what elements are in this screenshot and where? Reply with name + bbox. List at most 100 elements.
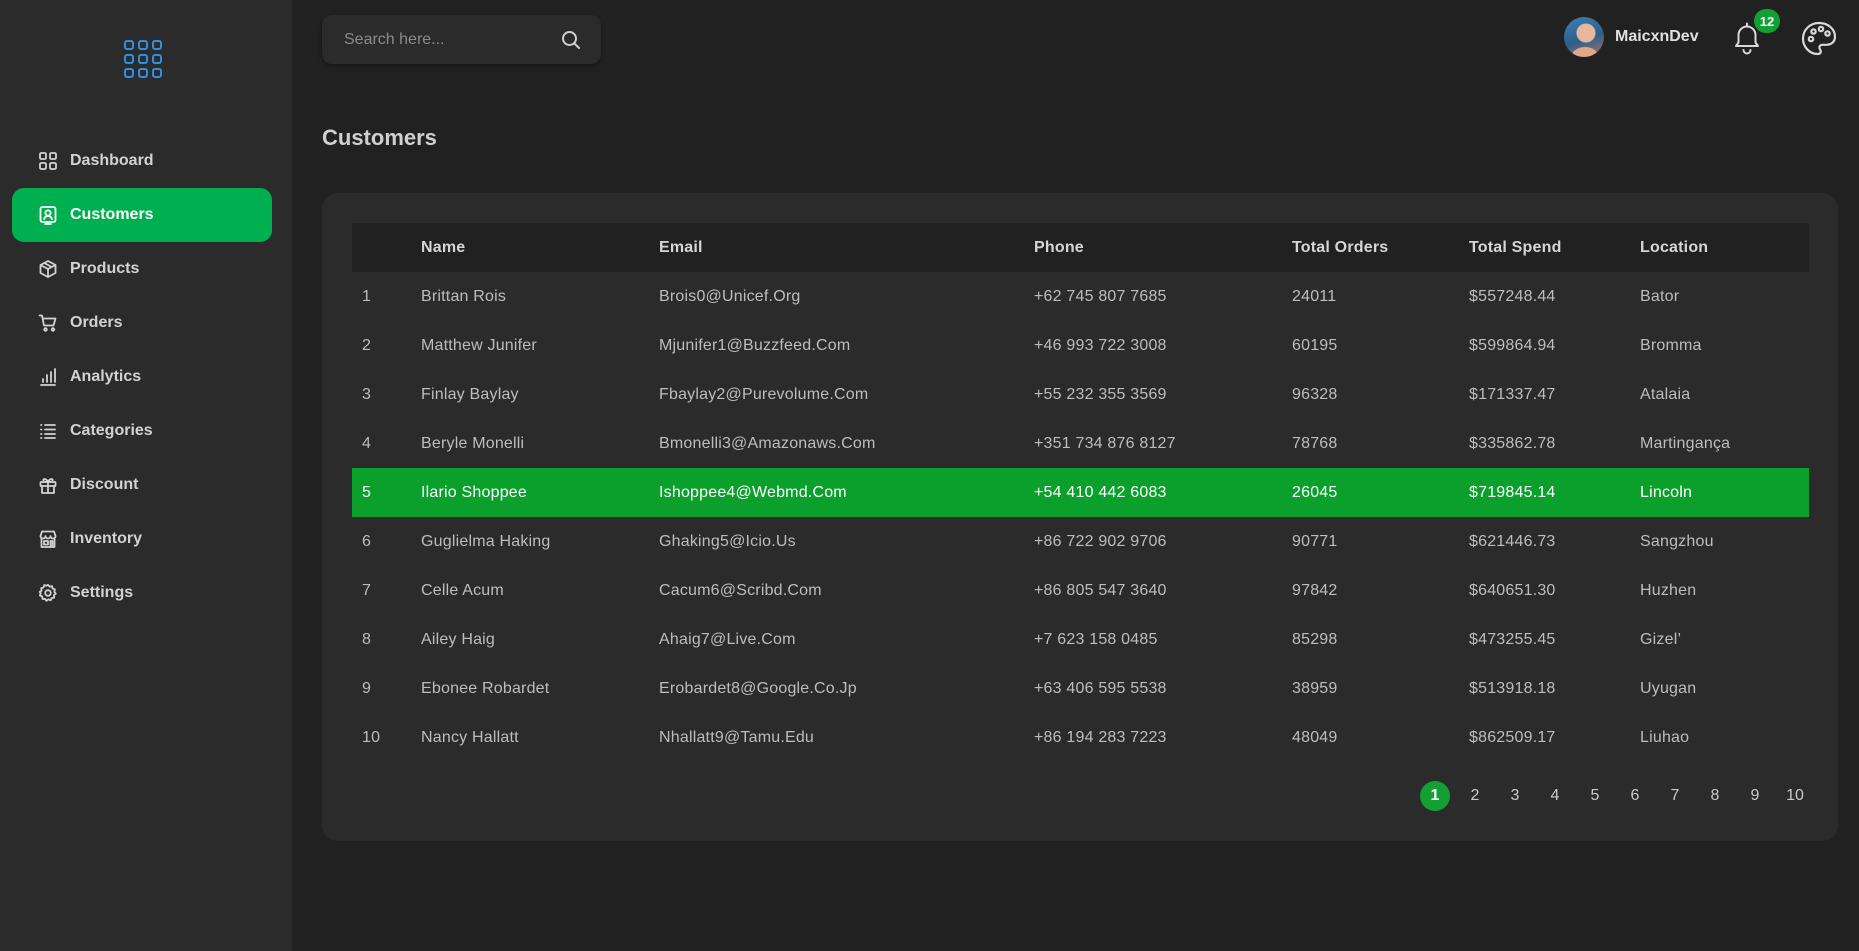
cell-total-orders: 78768	[1292, 434, 1338, 452]
column-header-total-orders[interactable]: Total Orders	[1292, 223, 1469, 272]
table-row[interactable]: 8 Ailey Haig Ahaig7@Live.Com +7 623 158 048…	[352, 615, 1809, 664]
search-box	[322, 15, 601, 64]
cell-total-orders: 24011	[1292, 287, 1337, 305]
cell-phone: +54 410 442 6083	[1034, 483, 1167, 501]
cell-total-orders: 60195	[1292, 336, 1338, 354]
cell-name: Celle Acum	[421, 581, 504, 599]
page-button-2[interactable]: 2	[1460, 781, 1490, 811]
cell-location: Huzhen	[1640, 581, 1697, 599]
app-grid-logo-icon[interactable]	[124, 40, 162, 78]
cell-location: Atalaia	[1640, 385, 1691, 403]
store-icon	[39, 530, 57, 548]
customers-table: Name Email Phone Total Orders Total Spen…	[352, 223, 1809, 762]
column-header-total-spend[interactable]: Total Spend	[1469, 223, 1640, 272]
cell-index: 4	[362, 434, 372, 452]
search-icon[interactable]	[561, 30, 581, 50]
cell-phone: +62 745 807 7685	[1034, 287, 1167, 305]
cell-email: Cacum6@Scribd.Com	[659, 581, 822, 599]
table-row[interactable]: 4 Beryle Monelli Bmonelli3@Amazonaws.Com +3…	[352, 419, 1809, 468]
page-button-8[interactable]: 8	[1700, 781, 1730, 811]
cell-total-orders: 97842	[1292, 581, 1338, 599]
page-button-9[interactable]: 9	[1740, 781, 1770, 811]
table-row[interactable]: 6 Guglielma Haking Ghaking5@Icio.Us +86 722…	[352, 517, 1809, 566]
page-button-7[interactable]: 7	[1660, 781, 1690, 811]
column-header-email[interactable]: Email	[659, 223, 1034, 272]
page-button-5[interactable]: 5	[1580, 781, 1610, 811]
cell-location: Uyugan	[1640, 679, 1697, 697]
dashboard-icon	[39, 152, 57, 170]
table-row[interactable]: 5 Ilario Shoppee Ishoppee4@Webmd.Com +54 41…	[352, 468, 1809, 517]
page-button-4[interactable]: 4	[1540, 781, 1570, 811]
sidebar-item-label: Settings	[70, 584, 134, 601]
column-header-name[interactable]: Name	[421, 223, 659, 272]
cell-total-spend: $599864.94	[1469, 336, 1556, 354]
cell-name: Brittan Rois	[421, 287, 507, 305]
page-button-10[interactable]: 10	[1780, 781, 1810, 811]
cell-index: 3	[362, 385, 372, 403]
table-row[interactable]: 3 Finlay Baylay Fbaylay2@Purevolume.Com +55…	[352, 370, 1809, 419]
cell-location: Bator	[1640, 287, 1680, 305]
cell-total-spend: $171337.47	[1469, 385, 1556, 403]
cell-email: Mjunifer1@Buzzfeed.Com	[659, 336, 851, 354]
page-button-3[interactable]: 3	[1500, 781, 1530, 811]
column-header-index[interactable]	[352, 223, 421, 272]
sidebar-item-discount[interactable]: Discount	[12, 458, 272, 512]
user-name: MaicxnDev	[1615, 28, 1699, 45]
notifications-button[interactable]: 12	[1730, 9, 1780, 56]
table-header-row: Name Email Phone Total Orders Total Spen…	[352, 223, 1809, 272]
table-row[interactable]: 9 Ebonee Robardet Erobardet8@Google.Co.Jp +…	[352, 664, 1809, 713]
sidebar-item-label: Products	[70, 260, 140, 277]
page-button-6[interactable]: 6	[1620, 781, 1650, 811]
table-row[interactable]: 2 Matthew Junifer Mjunifer1@Buzzfeed.Com +4…	[352, 321, 1809, 370]
pagination: 1 2 3 4 5 6 7 8 9 10	[1410, 781, 1810, 811]
sidebar-item-label: Customers	[70, 206, 154, 223]
page-button-1[interactable]: 1	[1420, 781, 1450, 811]
cell-email: Nhallatt9@Tamu.Edu	[659, 728, 815, 746]
cell-phone: +86 722 902 9706	[1034, 532, 1167, 550]
sidebar-item-analytics[interactable]: Analytics	[12, 350, 272, 404]
cell-index: 8	[362, 630, 372, 648]
column-header-location[interactable]: Location	[1640, 223, 1809, 272]
cell-email: Erobardet8@Google.Co.Jp	[659, 679, 857, 697]
palette-icon	[1801, 21, 1837, 56]
user-profile[interactable]: MaicxnDev	[1564, 17, 1699, 57]
table-row[interactable]: 10 Nancy Hallatt Nhallatt9@Tamu.Edu +86 194…	[352, 713, 1809, 762]
cell-total-orders: 85298	[1292, 630, 1338, 648]
search-input[interactable]	[344, 30, 561, 49]
sidebar-item-inventory[interactable]: Inventory	[12, 512, 272, 566]
sidebar-item-products[interactable]: Products	[12, 242, 272, 296]
table-row[interactable]: 1 Brittan Rois Brois0@Unicef.Org +62 745 80…	[352, 272, 1809, 321]
sidebar-item-label: Inventory	[70, 530, 143, 547]
sidebar-item-dashboard[interactable]: Dashboard	[12, 134, 272, 188]
cell-index: 7	[362, 581, 372, 599]
cell-name: Beryle Monelli	[421, 434, 525, 452]
table-body: 1 Brittan Rois Brois0@Unicef.Org +62 745 80…	[352, 272, 1809, 762]
cell-email: Ishoppee4@Webmd.Com	[659, 483, 847, 501]
cell-location: Sangzhou	[1640, 532, 1714, 550]
cell-total-spend: $862509.17	[1469, 728, 1556, 746]
cell-name: Guglielma Haking	[421, 532, 551, 550]
cell-email: Brois0@Unicef.Org	[659, 287, 801, 305]
cell-phone: +7 623 158 0485	[1034, 630, 1158, 648]
theme-button[interactable]	[1800, 20, 1838, 58]
cell-total-orders: 48049	[1292, 728, 1338, 746]
sidebar-item-categories[interactable]: Categories	[12, 404, 272, 458]
cell-total-spend: $640651.30	[1469, 581, 1556, 599]
cell-index: 9	[362, 679, 372, 697]
cell-phone: +46 993 722 3008	[1034, 336, 1167, 354]
table-row[interactable]: 7 Celle Acum Cacum6@Scribd.Com +86 805 547 …	[352, 566, 1809, 615]
cell-location: Lincoln	[1640, 483, 1693, 501]
sidebar-item-label: Categories	[70, 422, 153, 439]
cell-phone: +55 232 355 3569	[1034, 385, 1167, 403]
cell-total-orders: 96328	[1292, 385, 1338, 403]
sidebar-item-label: Orders	[70, 314, 123, 331]
avatar[interactable]	[1564, 17, 1604, 57]
cell-name: Ebonee Robardet	[421, 679, 550, 697]
column-header-phone[interactable]: Phone	[1034, 223, 1292, 272]
notification-badge: 12	[1754, 9, 1780, 33]
sidebar-item-orders[interactable]: Orders	[12, 296, 272, 350]
sidebar: Dashboard Customers Products Orders Anal…	[0, 0, 292, 951]
sidebar-item-customers[interactable]: Customers	[12, 188, 272, 242]
gear-icon	[38, 583, 57, 602]
sidebar-item-settings[interactable]: Settings	[12, 566, 272, 620]
